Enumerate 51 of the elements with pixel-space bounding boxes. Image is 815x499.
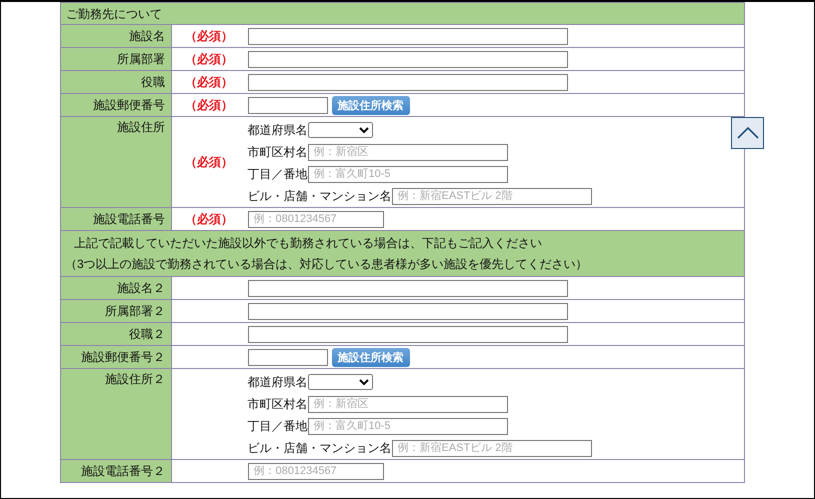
prefecture-select[interactable] — [308, 122, 372, 138]
field-label: 施設名 — [60, 24, 172, 48]
section-title: ご勤務先について — [60, 2, 744, 24]
subfield-label: 丁目／番地 — [248, 419, 308, 433]
field-label: 施設名２ — [60, 276, 172, 300]
subfield-label: 丁目／番地 — [248, 167, 308, 181]
required-mark: （必須） — [184, 155, 233, 169]
input-field[interactable]: 例：富久町10-5 — [308, 166, 508, 182]
input-field[interactable] — [248, 326, 568, 342]
input-field[interactable] — [248, 302, 568, 320]
input-field[interactable] — [248, 280, 568, 296]
field-label: 役職２ — [60, 322, 172, 346]
notice-text: （3つ以上の施設で勤務されている場合は、対応している患者様が多い施設を優先してください） — [65, 256, 589, 272]
required-mark: （必須） — [184, 52, 233, 66]
subfield-label: 都道府県名 — [248, 123, 308, 137]
field-label: 所属部署 — [60, 48, 172, 70]
field-label: 施設電話番号２ — [60, 460, 172, 482]
field-label: 施設郵便番号 — [60, 94, 172, 116]
input-field[interactable] — [248, 50, 568, 68]
input-field[interactable] — [248, 74, 568, 90]
required-mark: （必須） — [184, 98, 233, 112]
prefecture-select[interactable] — [308, 374, 372, 390]
subfield-label: ビル・店舗・マンション名 — [248, 441, 392, 455]
required-mark: （必須） — [184, 29, 233, 43]
field-label: 役職 — [60, 70, 172, 94]
input-field[interactable]: 例：新宿EASTビル 2階 — [392, 188, 592, 204]
input-field[interactable]: 例：0801234567 — [248, 462, 384, 480]
required-mark: （必須） — [184, 212, 233, 226]
subfield-label: ビル・店舗・マンション名 — [248, 189, 392, 203]
chevron-up-icon — [736, 127, 758, 139]
subfield-label: 市町区村名 — [248, 145, 308, 159]
field-label: 施設電話番号 — [60, 208, 172, 230]
field-label: 施設住所 — [60, 116, 172, 208]
subfield-label: 都道府県名 — [248, 375, 308, 389]
input-field[interactable] — [248, 28, 568, 44]
input-field[interactable] — [248, 348, 328, 366]
field-label: 所属部署２ — [60, 300, 172, 322]
input-field[interactable]: 例：新宿区 — [308, 144, 508, 160]
input-field[interactable]: 例：新宿区 — [308, 396, 508, 412]
input-field[interactable]: 例：0801234567 — [248, 210, 384, 228]
subfield-label: 市町区村名 — [248, 397, 308, 411]
search-address-button[interactable]: 施設住所検索 — [332, 96, 410, 114]
notice-text: 上記で記載していただいた施設以外でも勤務されている場合は、下記もご記入ください — [73, 234, 543, 252]
input-field[interactable]: 例：新宿EASTビル 2階 — [392, 440, 592, 456]
field-label: 施設住所２ — [60, 368, 172, 460]
required-mark: （必須） — [184, 75, 233, 89]
input-field[interactable]: 例：富久町10-5 — [308, 418, 508, 434]
search-address-button[interactable]: 施設住所検索 — [332, 348, 410, 366]
input-field[interactable] — [248, 96, 328, 114]
scroll-top-button[interactable] — [731, 117, 764, 149]
field-label: 施設郵便番号２ — [60, 346, 172, 368]
